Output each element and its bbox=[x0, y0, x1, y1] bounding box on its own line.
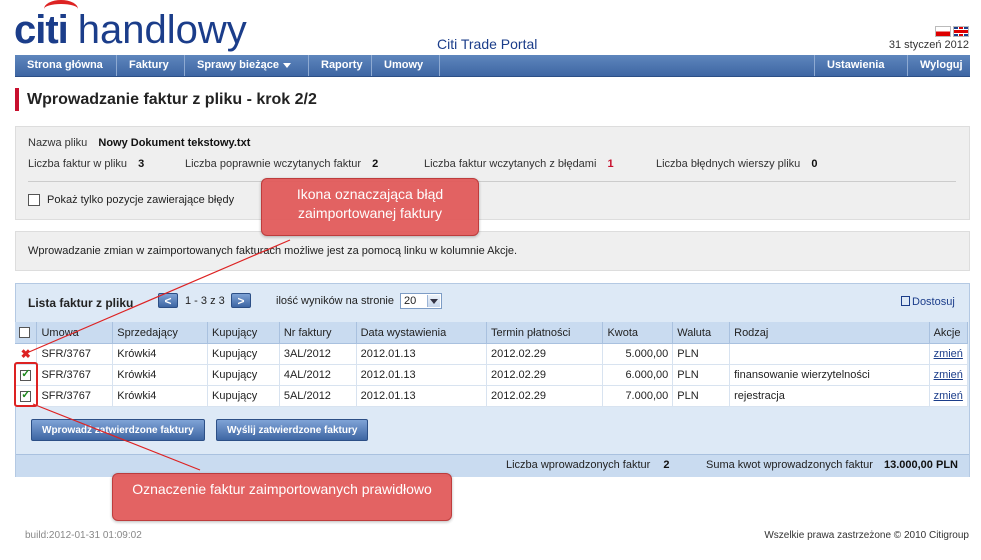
copyright: Wszelkie prawa zastrzeżone © 2010 Citigr… bbox=[764, 530, 969, 541]
error-icon-callout: Ikona oznaczająca błąd zaimportowanej fa… bbox=[261, 178, 479, 236]
ok-invoices-callout: Oznaczenie faktur zaimportowanych prawid… bbox=[112, 473, 452, 521]
ok-rows-highlight bbox=[14, 362, 38, 407]
build-info: build:2012-01-31 01:09:02 bbox=[25, 530, 142, 541]
